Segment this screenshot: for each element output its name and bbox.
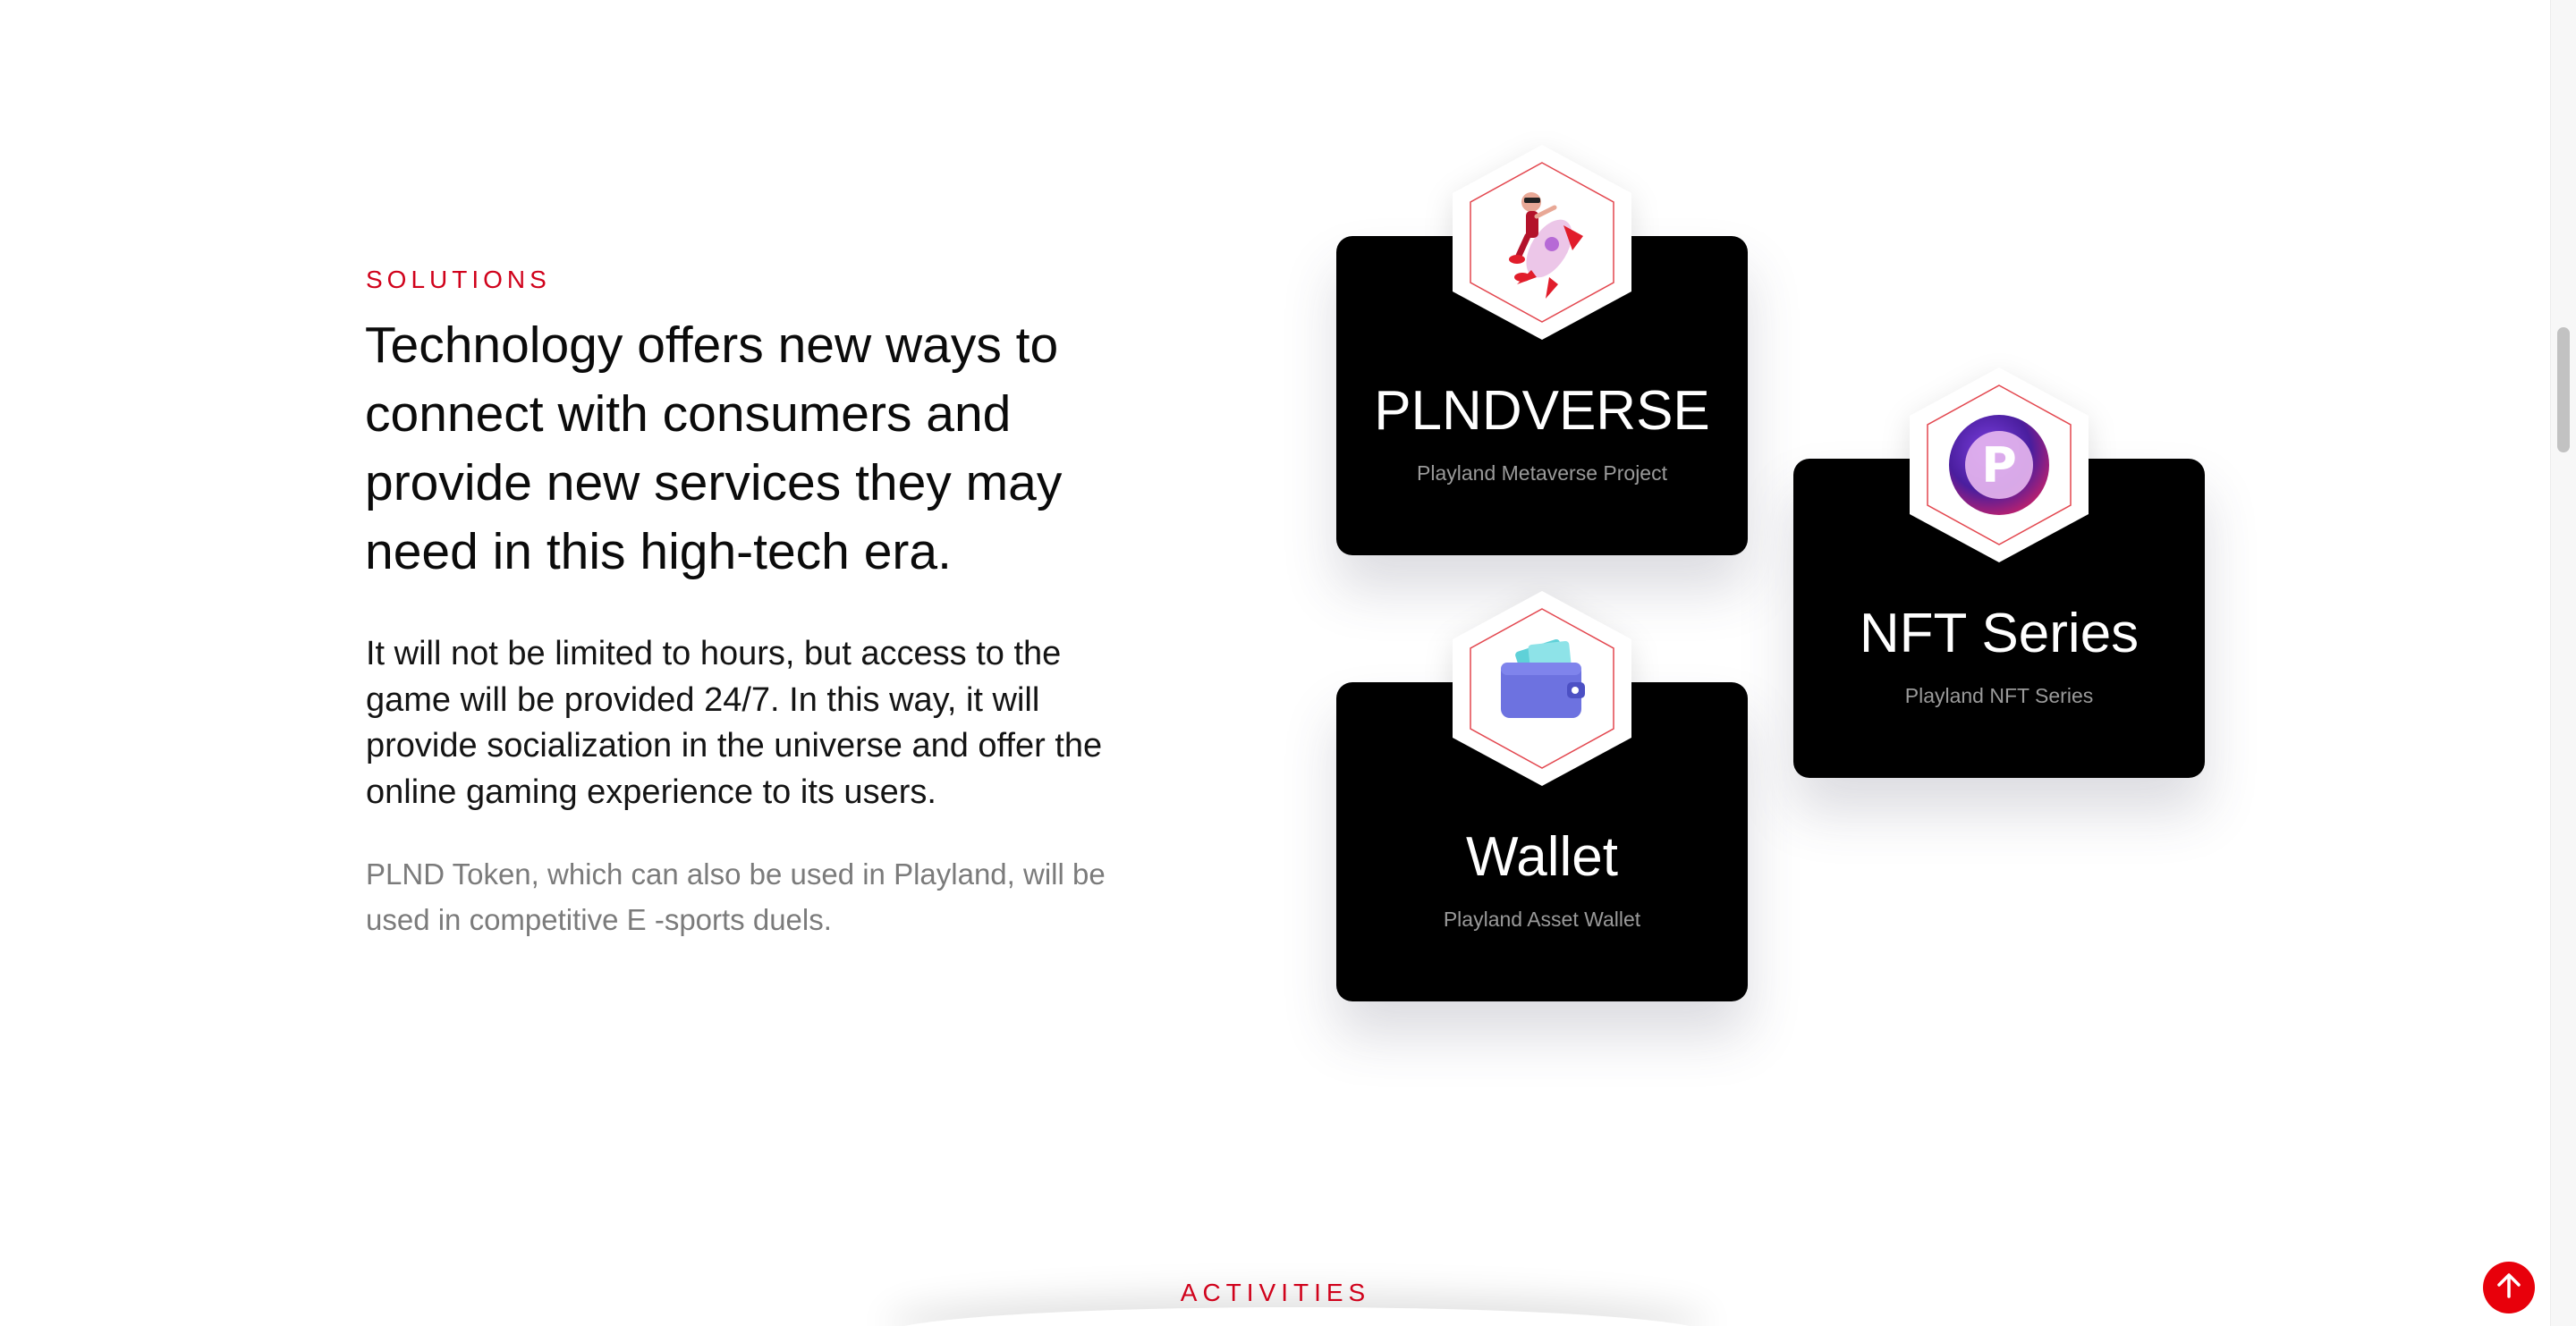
section-paragraph: It will not be limited to hours, but acc… <box>366 635 1103 811</box>
playland-coin-icon: P <box>1906 366 2092 564</box>
activities-eyebrow: ACTIVITIES <box>1180 1279 1371 1306</box>
section-eyebrow: SOLUTIONS <box>366 266 551 293</box>
scrollbar[interactable] <box>2550 0 2576 1326</box>
arrow-up-icon <box>2494 1271 2524 1305</box>
astronaut-rocket-icon <box>1449 143 1635 342</box>
card-subtitle: Playland Asset Wallet <box>1443 908 1641 931</box>
card-title: Wallet <box>1466 826 1618 888</box>
scrollbar-thumb[interactable] <box>2557 327 2570 452</box>
activities-panel-edge <box>886 1307 1708 1326</box>
scroll-to-top-button[interactable] <box>2483 1262 2535 1313</box>
svg-text:P: P <box>1981 437 2017 494</box>
page: SOLUTIONS Technology offers new ways to … <box>0 0 2551 1326</box>
card-title: NFT Series <box>1859 603 2140 664</box>
section-headline: Technology offers new ways to connect wi… <box>365 317 1063 580</box>
card-subtitle: Playland NFT Series <box>1904 684 2094 707</box>
card-subtitle: Playland Metaverse Project <box>1417 461 1667 485</box>
card-title: PLNDVERSE <box>1374 380 1710 442</box>
wallet-icon <box>1449 589 1635 788</box>
section-muted-text: PLND Token, which can also be used in Pl… <box>366 857 1106 936</box>
